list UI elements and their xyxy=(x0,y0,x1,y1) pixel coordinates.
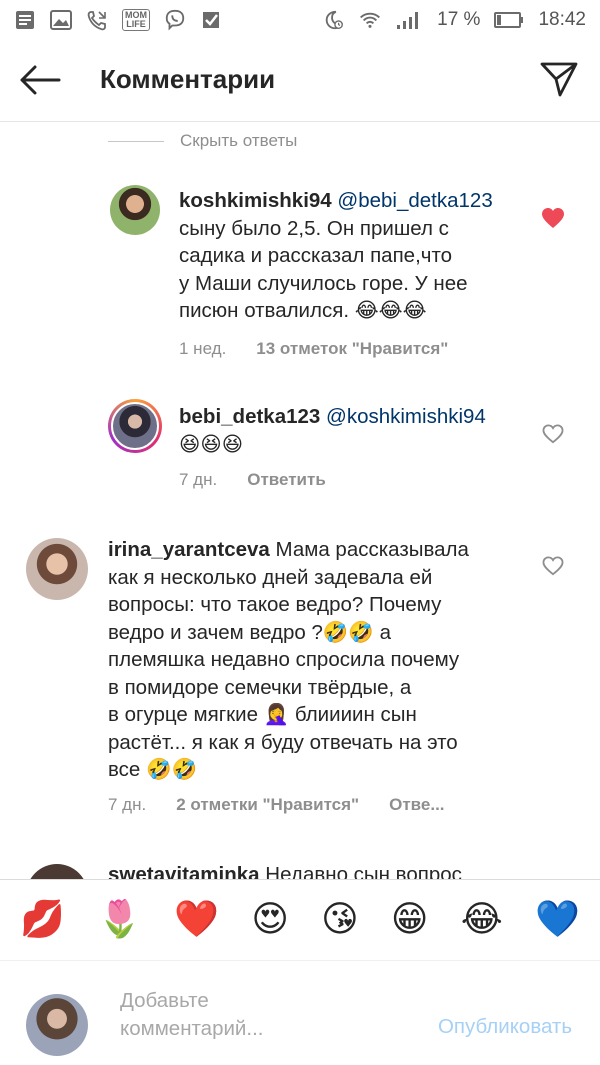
avatar[interactable] xyxy=(110,185,160,235)
avatar[interactable] xyxy=(108,399,162,453)
comment-input[interactable]: Добавьте комментарий... xyxy=(120,987,390,1043)
comment-username[interactable]: koshkimishki94 xyxy=(179,189,332,212)
reply-button[interactable]: Отве... xyxy=(389,795,444,815)
comment-time: 7 дн. xyxy=(108,795,147,814)
emoji-tears-of-joy[interactable]: 😂 xyxy=(461,900,503,940)
missed-call-icon xyxy=(86,9,108,31)
comment-mention[interactable]: @bebi_detka123 xyxy=(337,189,492,212)
comment-text: swetavitaminka Недавно сын вопрос xyxy=(108,861,538,879)
mom-life-line2: LIFE xyxy=(126,19,146,29)
emoji-red-heart[interactable]: ❤️ xyxy=(174,900,219,940)
comment-irina_yarantceva: irina_yarantceva Мама рассказывала как я… xyxy=(0,533,600,833)
like-button[interactable] xyxy=(540,205,566,231)
comment-meta: 1 нед. 13 отметок "Нравится" xyxy=(179,339,448,359)
comment-mention[interactable]: @koshkimishki94 xyxy=(326,405,486,428)
comment-meta: 7 дн. Ответить xyxy=(179,470,326,490)
comment-username[interactable]: irina_yarantceva xyxy=(108,538,270,561)
quick-emoji-bar: 💋 🌷 ❤️ 😍 😘 😁 😂 💙 xyxy=(0,879,600,961)
comment-time: 7 дн. xyxy=(179,470,218,489)
gallery-icon xyxy=(50,9,72,31)
back-arrow-icon xyxy=(20,65,61,95)
comment-line: растёт... я как я буду отвечать на это xyxy=(108,730,458,754)
comment-line: ведро и зачем ведро ?🤣🤣 а xyxy=(108,620,392,644)
comment-likes-count[interactable]: 2 отметки "Нравится" xyxy=(176,795,359,815)
comment-username[interactable]: bebi_detka123 xyxy=(179,405,320,428)
comments-list[interactable]: Скрыть ответы koshkimishki94 @bebi_detka… xyxy=(0,123,600,879)
comment-likes-count[interactable]: 13 отметок "Нравится" xyxy=(256,339,448,359)
like-button[interactable] xyxy=(540,553,566,579)
comment-line: все 🤣🤣 xyxy=(108,758,198,781)
comment-line: садика и рассказал папе,что xyxy=(179,244,453,267)
comment-text: bebi_detka123 @koshkimishki94 😆😆😆 xyxy=(179,403,539,458)
wifi-icon xyxy=(359,9,381,31)
paper-plane-icon xyxy=(540,62,578,97)
comment-line: в огурце мягкие 🤦‍♀️ блиииин сын xyxy=(108,703,417,726)
avatar-image xyxy=(111,402,159,450)
emoji-grinning[interactable]: 😁 xyxy=(391,900,429,940)
emoji-kissing-face[interactable]: 😘 xyxy=(321,900,359,940)
comment-line: в помидоре семечки твёрдые, а xyxy=(108,675,412,699)
battery-percent: 17 % xyxy=(437,9,481,30)
viber-icon xyxy=(164,9,186,31)
emoji-kiss-lips[interactable]: 💋 xyxy=(20,900,65,940)
comment-line: вопросы: что такое ведро? Почему xyxy=(108,593,442,616)
mom-life-app-icon: MOM LIFE xyxy=(122,9,150,31)
comment-username[interactable]: swetavitaminka xyxy=(108,863,260,879)
comment-line: племяшка недавно спросила почему xyxy=(108,648,460,671)
comment-text: koshkimishki94 @bebi_detka123 сыну было … xyxy=(179,187,539,325)
comment-line: как я несколько дней задевала ей xyxy=(108,565,433,589)
comment-line: писюн отвалился. 😂😂😂 xyxy=(179,299,427,322)
reply-button[interactable]: Ответить xyxy=(247,470,326,490)
status-bar: MOM LIFE 17 % 18:42 xyxy=(0,0,600,40)
comment-line: 😆😆😆 xyxy=(179,432,244,456)
comment-swetavitaminka: swetavitaminka Недавно сын вопрос xyxy=(0,861,600,879)
comment-line: Недавно сын вопрос xyxy=(259,863,462,879)
hide-replies-line xyxy=(108,140,164,142)
page-title: Комментарии xyxy=(100,64,276,94)
direct-message-button[interactable] xyxy=(538,58,580,100)
comment-composer: Добавьте комментарий... Опубликовать xyxy=(0,962,600,1065)
reply-comment-bebi_detka123: bebi_detka123 @koshkimishki94 😆😆😆 7 дн. … xyxy=(0,395,600,505)
comment-input-placeholder-line2: комментарий... xyxy=(120,1017,264,1040)
top-navigation-bar: Комментарии xyxy=(0,40,600,122)
heart-outline-icon xyxy=(542,556,564,576)
heart-outline-icon xyxy=(542,424,564,444)
comment-meta: 7 дн. 2 отметки "Нравится" Отве... xyxy=(108,795,445,815)
status-right: 17 % 18:42 xyxy=(323,9,586,31)
battery-icon xyxy=(494,9,524,31)
signal-strength-icon xyxy=(395,9,423,31)
hide-replies-label: Скрыть ответы xyxy=(180,131,298,150)
publish-button[interactable]: Опубликовать xyxy=(438,1015,572,1039)
comment-time: 1 нед. xyxy=(179,339,227,358)
clock-time: 18:42 xyxy=(538,9,586,30)
comment-input-placeholder-line1: Добавьте xyxy=(120,989,209,1012)
hide-replies-button[interactable]: Скрыть ответы xyxy=(108,131,297,151)
back-button[interactable] xyxy=(18,62,62,98)
like-button[interactable] xyxy=(540,421,566,447)
notification-list-icon xyxy=(14,9,36,31)
do-not-disturb-moon-icon xyxy=(323,9,345,31)
comment-line: у Маши случилось горе. У нее xyxy=(179,271,468,295)
current-user-avatar xyxy=(26,994,88,1056)
emoji-tulip[interactable]: 🌷 xyxy=(97,900,142,940)
status-left: MOM LIFE xyxy=(14,9,222,31)
comment-line: сыну было 2,5. Он пришел с xyxy=(179,216,449,240)
comment-text: irina_yarantceva Мама рассказывала как я… xyxy=(108,536,528,784)
emoji-blue-heart[interactable]: 💙 xyxy=(535,900,580,940)
avatar[interactable] xyxy=(26,864,88,879)
reply-comment-koshkimishki94: koshkimishki94 @bebi_detka123 сыну было … xyxy=(0,179,600,369)
checkmark-app-icon xyxy=(200,9,222,31)
emoji-heart-eyes[interactable]: 😍 xyxy=(251,900,289,940)
comment-line: Мама рассказывала xyxy=(269,538,469,561)
avatar[interactable] xyxy=(26,538,88,600)
heart-filled-icon xyxy=(542,208,564,228)
